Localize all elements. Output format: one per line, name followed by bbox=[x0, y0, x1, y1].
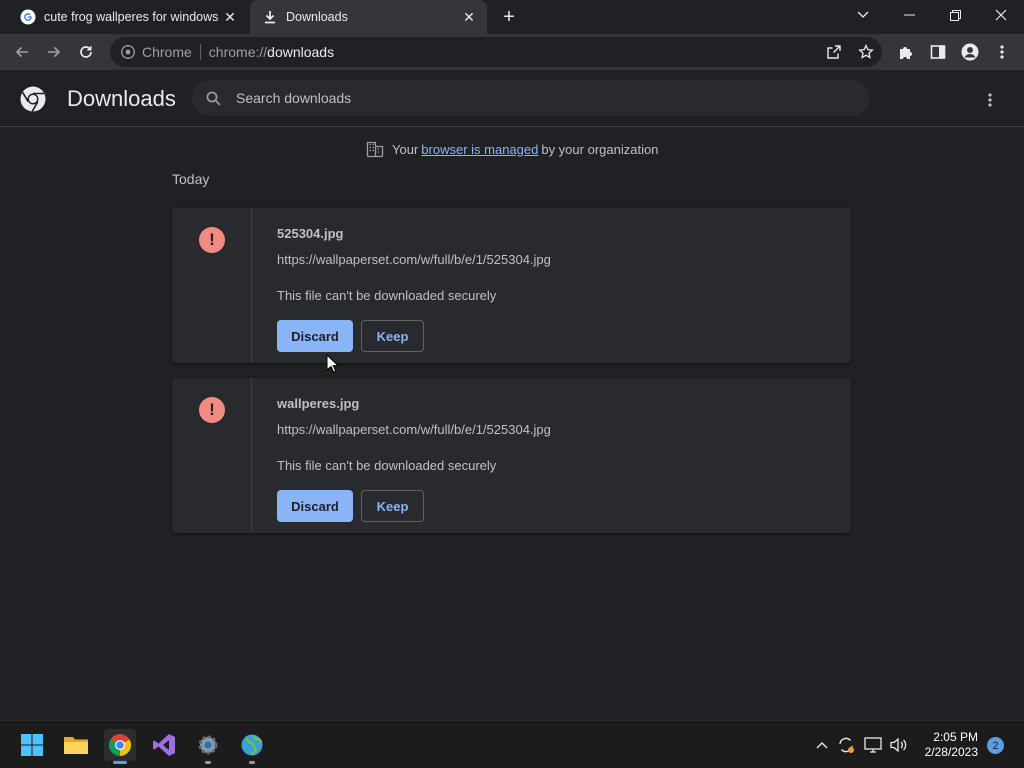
new-tab-plus-icon[interactable]: + bbox=[497, 5, 521, 29]
managed-suffix: by your organization bbox=[541, 141, 659, 157]
visual-studio-icon[interactable] bbox=[148, 729, 180, 761]
minimize-icon[interactable] bbox=[886, 0, 932, 30]
url-host: downloads bbox=[267, 44, 335, 60]
keep-button[interactable]: Keep bbox=[361, 490, 424, 522]
managed-prefix: Your bbox=[392, 141, 419, 157]
managed-browser-notice: Your browser is managed by your organiza… bbox=[366, 140, 658, 158]
download-icon-column: ! bbox=[172, 208, 252, 363]
globe-app-icon[interactable] bbox=[236, 729, 268, 764]
file-source-url[interactable]: https://wallpaperset.com/w/full/b/e/1/52… bbox=[277, 422, 551, 437]
close-tab-icon[interactable]: ✕ bbox=[220, 7, 240, 27]
tab-downloads[interactable]: Downloads ✕ bbox=[250, 0, 487, 34]
sync-status-icon[interactable] bbox=[836, 735, 856, 755]
browser-menu-kebab-icon[interactable] bbox=[988, 38, 1016, 66]
address-bar[interactable]: Chrome chrome://downloads bbox=[110, 37, 882, 67]
close-tab-icon[interactable]: ✕ bbox=[459, 7, 479, 27]
search-input[interactable] bbox=[236, 90, 836, 106]
chrome-logo-icon bbox=[20, 86, 46, 112]
running-app-indicator bbox=[249, 761, 255, 764]
active-app-indicator bbox=[113, 761, 127, 764]
file-source-url[interactable]: https://wallpaperset.com/w/full/b/e/1/52… bbox=[277, 252, 551, 267]
search-downloads-box[interactable] bbox=[192, 80, 870, 116]
discard-button[interactable]: Discard bbox=[277, 490, 353, 522]
download-icon-column: ! bbox=[172, 378, 252, 533]
chrome-taskbar-icon[interactable] bbox=[104, 729, 136, 764]
download-status: This file can't be downloaded securely bbox=[277, 458, 497, 473]
search-icon bbox=[204, 89, 222, 107]
windows-taskbar: 2:05 PM 2/28/2023 2 bbox=[0, 720, 1024, 768]
downloads-header: Downloads bbox=[0, 70, 1024, 127]
restore-icon[interactable] bbox=[932, 0, 978, 30]
network-icon[interactable] bbox=[863, 735, 883, 755]
page-menu-kebab-icon[interactable] bbox=[978, 88, 1002, 112]
page-title: Downloads bbox=[67, 86, 176, 111]
chrome-page-icon bbox=[120, 44, 136, 60]
file-name[interactable]: 525304.jpg bbox=[277, 226, 344, 241]
tab-google-search[interactable]: cute frog wallperes for windows ✕ bbox=[8, 0, 248, 34]
profile-avatar-icon[interactable] bbox=[956, 38, 984, 66]
tab-strip: cute frog wallperes for windows ✕ Downlo… bbox=[0, 0, 1024, 34]
forward-arrow-icon[interactable] bbox=[40, 38, 68, 66]
keep-button[interactable]: Keep bbox=[361, 320, 424, 352]
warning-exclamation-icon: ! bbox=[199, 397, 225, 423]
omnibox-divider bbox=[199, 44, 201, 60]
url-text: chrome://downloads bbox=[209, 44, 334, 60]
download-status: This file can't be downloaded securely bbox=[277, 288, 497, 303]
back-arrow-icon[interactable] bbox=[8, 38, 36, 66]
volume-speaker-icon[interactable] bbox=[888, 735, 908, 755]
close-window-icon[interactable] bbox=[978, 0, 1024, 30]
download-item: ! 525304.jpg https://wallpaperset.com/w/… bbox=[172, 208, 851, 363]
tab-title: cute frog wallperes for windows bbox=[44, 10, 219, 24]
tab-search-chevron-icon[interactable] bbox=[840, 0, 886, 30]
running-app-indicator bbox=[205, 761, 211, 764]
clock-date: 2/28/2023 bbox=[924, 745, 978, 759]
download-icon bbox=[262, 9, 278, 25]
section-heading-today: Today bbox=[172, 171, 210, 187]
browser-toolbar: Chrome chrome://downloads bbox=[0, 34, 1024, 70]
download-item: ! wallperes.jpg https://wallpaperset.com… bbox=[172, 378, 851, 533]
scheme-label: Chrome bbox=[142, 44, 192, 60]
bookmark-star-icon[interactable] bbox=[852, 38, 880, 66]
url-prefix: chrome:// bbox=[208, 44, 268, 60]
taskbar-clock[interactable]: 2:05 PM 2/28/2023 bbox=[910, 730, 978, 760]
settings-gear-icon[interactable] bbox=[192, 729, 224, 764]
discard-button[interactable]: Discard bbox=[277, 320, 353, 352]
windows-start-icon[interactable] bbox=[16, 729, 48, 761]
file-explorer-icon[interactable] bbox=[60, 729, 92, 761]
show-hidden-icons-chevron-icon[interactable] bbox=[812, 735, 832, 755]
mouse-pointer-icon bbox=[326, 354, 340, 373]
notification-count-badge[interactable]: 2 bbox=[987, 737, 1004, 754]
browser-managed-link[interactable]: browser is managed bbox=[421, 142, 538, 157]
file-name[interactable]: wallperes.jpg bbox=[277, 396, 359, 411]
building-icon bbox=[366, 141, 384, 158]
side-panel-icon[interactable] bbox=[924, 38, 952, 66]
tab-title: Downloads bbox=[286, 10, 348, 24]
google-g-icon bbox=[20, 9, 36, 25]
extensions-puzzle-icon[interactable] bbox=[892, 38, 920, 66]
reload-icon[interactable] bbox=[72, 38, 100, 66]
warning-exclamation-icon: ! bbox=[199, 227, 225, 253]
share-icon[interactable] bbox=[820, 38, 848, 66]
clock-time: 2:05 PM bbox=[933, 730, 978, 744]
